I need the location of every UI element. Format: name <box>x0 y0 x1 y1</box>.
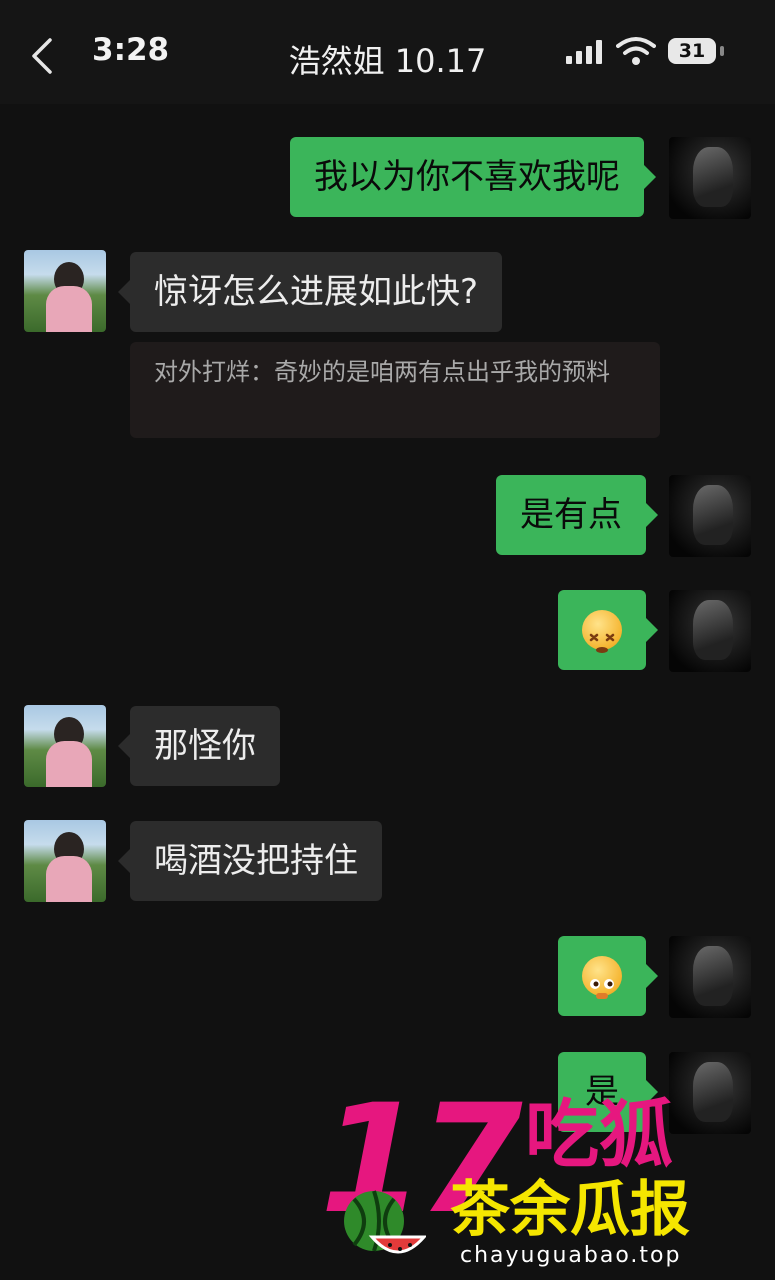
watermark-brand: 吃狐 <box>525 1092 673 1178</box>
my-avatar[interactable] <box>669 475 751 557</box>
watermark-subtitle: 茶余瓜报 <box>450 1175 690 1245</box>
watermark: 17 吃狐 茶余瓜报 chayuguabao.top <box>320 1085 770 1275</box>
sneaky-face-emoji <box>582 956 622 999</box>
watermelon-icon <box>344 1190 426 1254</box>
contact-avatar[interactable] <box>24 250 106 332</box>
message-bubble-received[interactable]: 那怪你 <box>118 706 280 786</box>
battery-tip <box>720 46 724 56</box>
my-avatar[interactable] <box>669 936 751 1018</box>
quoted-message[interactable]: 对外打烊：奇妙的是咱两有点出乎我的预料 <box>130 342 660 438</box>
chat-title: 浩然姐 10.17 <box>288 42 487 80</box>
message-bubble-received[interactable]: 惊讶怎么进展如此快? <box>117 252 503 332</box>
message-bubble-sent[interactable]: 我以为你不喜欢我呢 <box>290 137 656 217</box>
contact-avatar[interactable] <box>24 705 106 787</box>
signal-icon <box>566 40 602 64</box>
contact-avatar[interactable] <box>24 820 106 902</box>
top-bar: 3:28 浩然姐 10.17 31 <box>0 0 775 104</box>
my-avatar[interactable] <box>669 137 751 219</box>
emoji-message-bubble[interactable] <box>558 590 658 670</box>
wifi-icon <box>616 37 656 65</box>
watermark-url: chayuguabao.top <box>460 1243 682 1268</box>
dizzy-face-emoji <box>582 610 622 653</box>
message-bubble-received[interactable]: 喝酒没把持住 <box>118 821 382 901</box>
message-bubble-sent[interactable]: 是有点 <box>496 475 658 555</box>
battery-icon: 31 <box>668 38 716 64</box>
emoji-message-bubble[interactable] <box>558 936 658 1016</box>
my-avatar[interactable] <box>669 590 751 672</box>
